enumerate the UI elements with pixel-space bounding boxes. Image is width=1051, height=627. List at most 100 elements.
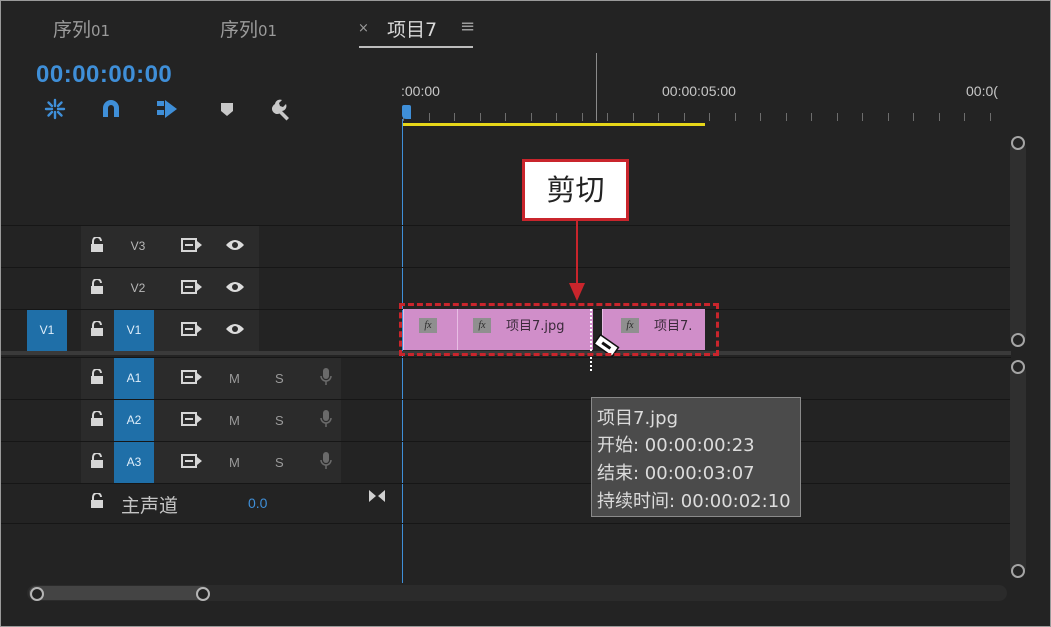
master-track-label: 主声道 — [121, 495, 179, 517]
panel-menu-icon[interactable]: ≡ — [460, 16, 475, 37]
ruler-tick — [990, 113, 991, 121]
track-target-a1[interactable]: A1 — [114, 358, 154, 399]
ruler-tick — [964, 113, 965, 121]
eye-icon[interactable] — [225, 321, 245, 337]
lock-icon[interactable] — [90, 321, 104, 337]
linked-selection-icon[interactable] — [155, 97, 179, 121]
lock-icon[interactable] — [90, 369, 104, 385]
lock-icon[interactable] — [90, 279, 104, 295]
ruler-tick — [454, 113, 455, 121]
clip-selection-highlight — [399, 303, 719, 356]
track-target-a2[interactable]: A2 — [114, 400, 154, 441]
ruler-tick — [888, 113, 889, 121]
ruler-tick — [811, 113, 812, 121]
tab-project7[interactable]: 项目7 — [387, 15, 437, 42]
ruler-tick — [837, 113, 838, 121]
scroll-handle[interactable] — [1011, 564, 1025, 578]
ruler-label: 00:0( — [966, 83, 998, 99]
zoom-handle-right[interactable] — [196, 587, 210, 601]
tab-label: 项目7 — [387, 19, 438, 41]
eye-icon[interactable] — [225, 279, 245, 295]
ruler-tick — [913, 113, 914, 121]
solo-button-a2[interactable]: S — [275, 413, 284, 428]
voiceover-mic-icon[interactable] — [319, 367, 333, 387]
clip-info-tooltip: 项目7.jpg 开始: 00:00:00:23 结束: 00:00:03:07 … — [591, 397, 801, 517]
tab-num: 01 — [258, 22, 278, 40]
track-name-v3[interactable]: V3 — [118, 226, 158, 267]
mixer-expand-icon[interactable] — [368, 489, 386, 503]
track-bottom-line — [1, 523, 1011, 524]
playhead-handle[interactable] — [402, 105, 411, 119]
nest-sequence-icon[interactable] — [43, 97, 67, 121]
ruler-tick — [582, 113, 583, 121]
active-tab-underline — [359, 46, 473, 48]
track-target-a3[interactable]: A3 — [114, 442, 154, 483]
ruler-tick — [429, 113, 430, 121]
cut-callout-label: 剪切 — [522, 159, 629, 221]
wrench-settings-icon[interactable] — [271, 97, 295, 121]
voiceover-mic-icon[interactable] — [319, 451, 333, 471]
ruler-tick — [760, 113, 761, 121]
audio-vertical-scrollbar[interactable] — [1010, 365, 1026, 575]
lock-icon[interactable] — [90, 493, 104, 509]
ruler-tick — [556, 113, 557, 121]
eye-icon[interactable] — [225, 237, 245, 253]
tab-sequence-01-b[interactable]: 序列01 — [220, 15, 277, 42]
sync-lock-icon[interactable] — [181, 238, 203, 252]
ruler-tick — [862, 113, 863, 121]
solo-button-a1[interactable]: S — [275, 371, 284, 386]
ruler-label: :00:00 — [401, 83, 440, 99]
add-marker-icon[interactable] — [215, 97, 239, 121]
ruler-tick — [531, 113, 532, 121]
ruler-divider — [596, 53, 597, 121]
tab-num: 01 — [91, 22, 111, 40]
solo-button-a3[interactable]: S — [275, 455, 284, 470]
track-name-v2[interactable]: V2 — [118, 268, 158, 309]
tab-label: 序列 — [53, 19, 92, 41]
tooltip-duration: 持续时间: 00:00:02:10 — [597, 491, 791, 512]
ruler-tick — [786, 113, 787, 121]
master-volume-value[interactable]: 0.0 — [248, 495, 267, 511]
tooltip-start: 开始: 00:00:00:23 — [597, 435, 755, 456]
ruler-tick — [505, 113, 506, 121]
source-patch-v1[interactable]: V1 — [27, 310, 67, 351]
work-area-bar[interactable] — [403, 123, 705, 126]
tooltip-end: 结束: 00:00:03:07 — [597, 463, 755, 484]
sync-lock-icon[interactable] — [181, 280, 203, 294]
scroll-handle[interactable] — [1011, 360, 1025, 374]
mute-button-a2[interactable]: M — [229, 413, 240, 428]
tab-sequence-01-a[interactable]: 序列01 — [53, 15, 110, 42]
mute-button-a3[interactable]: M — [229, 455, 240, 470]
ruler-tick — [939, 113, 940, 121]
video-vertical-scrollbar[interactable] — [1010, 141, 1026, 345]
voiceover-mic-icon[interactable] — [319, 409, 333, 429]
zoom-handle-left[interactable] — [30, 587, 44, 601]
playhead-timecode[interactable]: 00:00:00:00 — [36, 61, 172, 89]
track-target-v1[interactable]: V1 — [114, 310, 154, 351]
timeline-panel: 序列01 序列01 × 项目7 ≡ 00:00:00:00 :00:00 00:… — [0, 0, 1051, 627]
tab-close-icon[interactable]: × — [358, 21, 369, 36]
sync-lock-icon[interactable] — [181, 322, 203, 336]
ruler-tick — [709, 113, 710, 121]
sync-lock-icon[interactable] — [181, 370, 203, 384]
lock-icon[interactable] — [90, 411, 104, 427]
ruler-tick — [480, 113, 481, 121]
ruler-tick — [658, 113, 659, 121]
ruler-tick — [633, 113, 634, 121]
sync-lock-icon[interactable] — [181, 412, 203, 426]
mute-button-a1[interactable]: M — [229, 371, 240, 386]
lock-icon[interactable] — [90, 237, 104, 253]
lock-icon[interactable] — [90, 453, 104, 469]
scroll-handle[interactable] — [1011, 333, 1025, 347]
ruler-label: 00:00:05:00 — [662, 83, 736, 99]
ruler-tick — [607, 113, 608, 121]
horizontal-zoom-bar[interactable] — [29, 586, 209, 600]
tab-label: 序列 — [220, 19, 259, 41]
callout-arrow — [569, 221, 585, 301]
ruler-tick — [684, 113, 685, 121]
sync-lock-icon[interactable] — [181, 454, 203, 468]
snap-magnet-icon[interactable] — [99, 97, 123, 121]
tooltip-clip-name: 项目7.jpg — [597, 408, 679, 429]
scroll-handle[interactable] — [1011, 136, 1025, 150]
ruler-tick — [735, 113, 736, 121]
